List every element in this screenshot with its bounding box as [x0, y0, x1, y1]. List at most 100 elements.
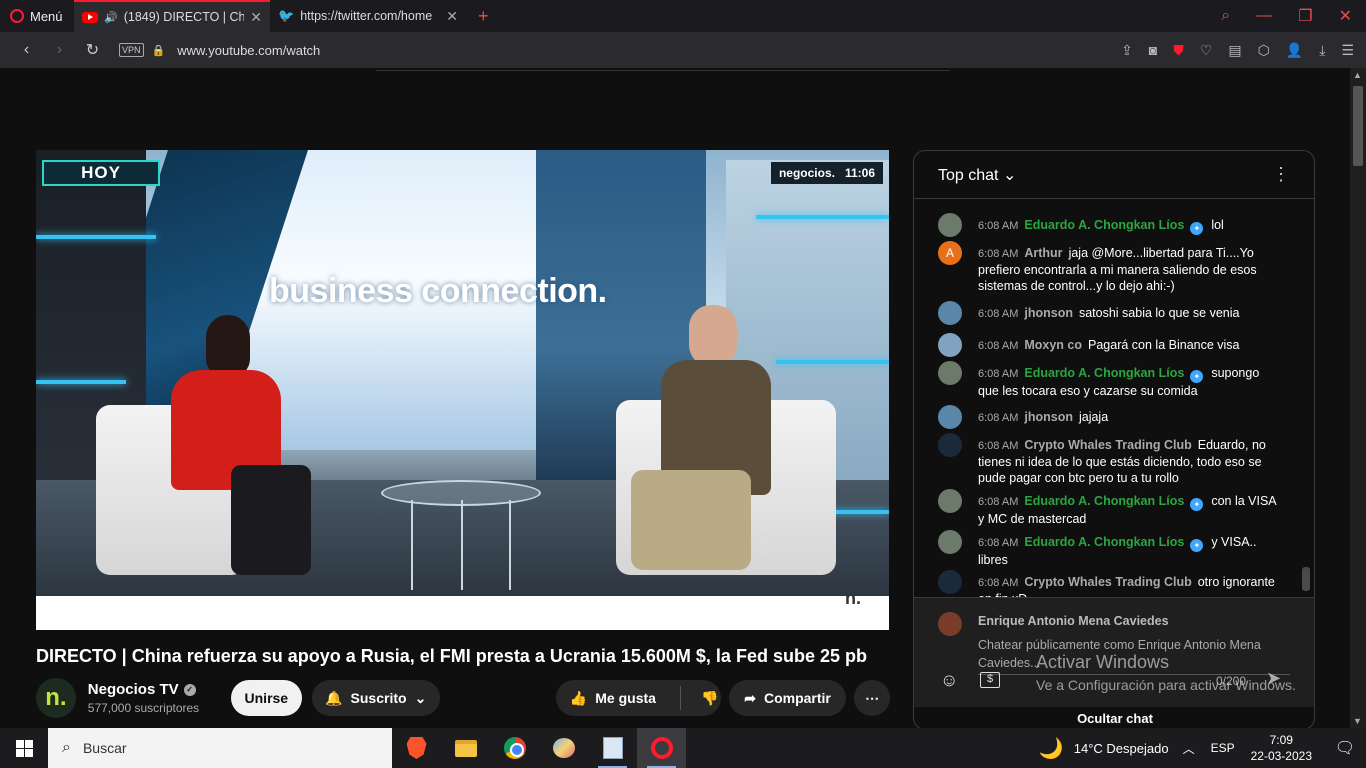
- message-author[interactable]: Arthur: [1024, 246, 1062, 260]
- message-author[interactable]: Eduardo A. Chongkan Líos: [1024, 494, 1184, 508]
- channel-name[interactable]: Negocios TV ✓: [88, 681, 213, 698]
- file-explorer-app[interactable]: [441, 728, 490, 768]
- member-badge-icon: ✦: [1190, 498, 1204, 511]
- scroll-thumb[interactable]: [1353, 86, 1363, 166]
- notifications-icon[interactable]: 🗨: [1330, 738, 1360, 758]
- tab-youtube[interactable]: 🔊 (1849) DIRECTO | China refuerza su apo…: [74, 0, 270, 32]
- more-actions-button[interactable]: ⋯: [854, 680, 890, 716]
- message-author[interactable]: Moxyn co: [1024, 338, 1082, 352]
- avatar[interactable]: [938, 530, 962, 554]
- message-time: 6:08 AM: [978, 368, 1019, 380]
- download-icon[interactable]: ⤓: [1319, 42, 1325, 59]
- message-text: satoshi sabia lo que se venia: [1078, 306, 1240, 320]
- super-chat-icon[interactable]: $: [980, 672, 1000, 688]
- extensions-cube-icon[interactable]: ⬡: [1258, 42, 1270, 59]
- message-time: 6:08 AM: [978, 248, 1019, 260]
- avatar[interactable]: A: [938, 241, 962, 265]
- opera-menu-button[interactable]: Menú: [0, 0, 74, 32]
- minimize-icon[interactable]: —: [1256, 7, 1272, 25]
- like-button[interactable]: Me gusta: [595, 690, 656, 706]
- youtube-watch-page: HOY negocios. 11:06 business connection. …: [0, 68, 1350, 730]
- camera-icon[interactable]: ◙: [1149, 42, 1157, 58]
- chat-input[interactable]: Chatear públicamente como Enrique Antoni…: [978, 636, 1290, 675]
- close-tab-icon[interactable]: ✕: [446, 8, 458, 25]
- paint-app[interactable]: [539, 728, 588, 768]
- reload-icon[interactable]: ↻: [76, 40, 109, 60]
- hide-chat-button[interactable]: Ocultar chat: [914, 711, 1314, 726]
- channel-name-text[interactable]: Negocios TV: [88, 681, 179, 698]
- chat-mode-dropdown[interactable]: Top chat ⌄: [938, 165, 1016, 185]
- tray-expand-icon[interactable]: ︿: [1183, 740, 1195, 757]
- avatar[interactable]: [938, 301, 962, 325]
- page-scrollbar[interactable]: ▲ ▼: [1350, 68, 1366, 728]
- message-author[interactable]: Eduardo A. Chongkan Líos: [1024, 218, 1184, 232]
- heart-icon[interactable]: ♡: [1200, 42, 1213, 59]
- speaker-icon[interactable]: 🔊: [104, 11, 118, 24]
- channel-avatar[interactable]: n.: [36, 678, 76, 718]
- avatar[interactable]: [938, 361, 962, 385]
- notepad-app[interactable]: [588, 728, 637, 768]
- easy-setup-icon[interactable]: ☰: [1341, 42, 1354, 59]
- lower-third-bar: [36, 596, 889, 630]
- scroll-down-icon[interactable]: ▼: [1353, 716, 1362, 726]
- message-author[interactable]: Eduardo A. Chongkan Líos: [1024, 535, 1184, 549]
- lock-icon[interactable]: 🔒: [152, 44, 166, 57]
- share-page-icon[interactable]: ⇪: [1121, 42, 1133, 59]
- avatar[interactable]: [938, 570, 962, 594]
- avatar[interactable]: [938, 433, 962, 457]
- clock-date: 22-03-2023: [1250, 749, 1312, 763]
- maximize-icon[interactable]: ❐: [1298, 6, 1312, 26]
- subscribed-button[interactable]: 🔔 Suscrito ⌄: [311, 680, 440, 716]
- tab-twitter[interactable]: 🐦 https://twitter.com/home ✕: [270, 0, 466, 32]
- url-field[interactable]: www.youtube.com/watch: [177, 43, 320, 58]
- channel-bug-brand: negocios.: [778, 166, 835, 180]
- avatar[interactable]: [938, 213, 962, 237]
- emoji-icon[interactable]: ☺: [940, 670, 958, 691]
- message-author[interactable]: Crypto Whales Trading Club: [1024, 575, 1191, 589]
- search-tabs-icon[interactable]: ⌕: [1221, 7, 1230, 25]
- thumbs-up-icon[interactable]: 👍: [570, 690, 587, 707]
- message-author[interactable]: Eduardo A. Chongkan Líos: [1024, 366, 1184, 380]
- language-indicator[interactable]: ESP: [1211, 741, 1235, 755]
- message-time: 6:08 AM: [978, 577, 1019, 589]
- menu-label: Menú: [30, 8, 63, 24]
- brave-app[interactable]: [392, 728, 441, 768]
- close-window-icon[interactable]: ✕: [1339, 6, 1352, 26]
- tab-title: https://twitter.com/home: [300, 9, 433, 23]
- opera-app[interactable]: [637, 728, 686, 768]
- send-icon[interactable]: ➤: [1266, 668, 1281, 689]
- message-author[interactable]: jhonson: [1024, 410, 1073, 424]
- weather-text[interactable]: 14°C Despejado: [1074, 741, 1169, 756]
- back-icon[interactable]: ‹: [10, 41, 43, 59]
- avatar[interactable]: [938, 489, 962, 513]
- chat-scrollbar[interactable]: [1302, 203, 1310, 597]
- adblock-shield-icon[interactable]: ⛊: [1173, 42, 1184, 59]
- live-chat-panel: Top chat ⌄ ⋮ 6:08 AM Eduardo A. Chongkan …: [913, 150, 1315, 730]
- start-button[interactable]: [0, 728, 48, 768]
- clock[interactable]: 7:09 22-03-2023: [1251, 732, 1312, 764]
- scroll-up-icon[interactable]: ▲: [1353, 70, 1362, 80]
- weather-moon-icon[interactable]: 🌙: [1039, 736, 1064, 761]
- close-tab-icon[interactable]: ✕: [250, 9, 262, 26]
- message-author[interactable]: jhonson: [1024, 306, 1073, 320]
- chat-menu-icon[interactable]: ⋮: [1272, 164, 1290, 185]
- join-button[interactable]: Unirse: [231, 680, 302, 716]
- forward-icon[interactable]: ›: [43, 41, 76, 59]
- vpn-badge[interactable]: VPN: [119, 43, 144, 57]
- chat-input-area: Enrique Antonio Mena Caviedes Chatear pú…: [914, 597, 1314, 707]
- thumbs-down-icon[interactable]: 👎: [701, 690, 718, 707]
- wallet-icon[interactable]: ▤: [1228, 42, 1241, 59]
- share-button[interactable]: ➦ Compartir: [728, 680, 847, 716]
- message-author[interactable]: Crypto Whales Trading Club: [1024, 438, 1191, 452]
- avatar[interactable]: [938, 405, 962, 429]
- video-player[interactable]: HOY negocios. 11:06 business connection. …: [36, 150, 889, 630]
- message-time: 6:08 AM: [978, 412, 1019, 424]
- member-badge-icon: ✦: [1190, 370, 1204, 383]
- avatar: [938, 612, 962, 636]
- chrome-app[interactable]: [490, 728, 539, 768]
- avatar[interactable]: [938, 333, 962, 357]
- message-text: jajaja: [1078, 410, 1109, 424]
- new-tab-button[interactable]: +: [466, 6, 501, 27]
- taskbar-search[interactable]: ⌕ Buscar: [48, 728, 392, 768]
- profile-icon[interactable]: 👤: [1286, 42, 1303, 59]
